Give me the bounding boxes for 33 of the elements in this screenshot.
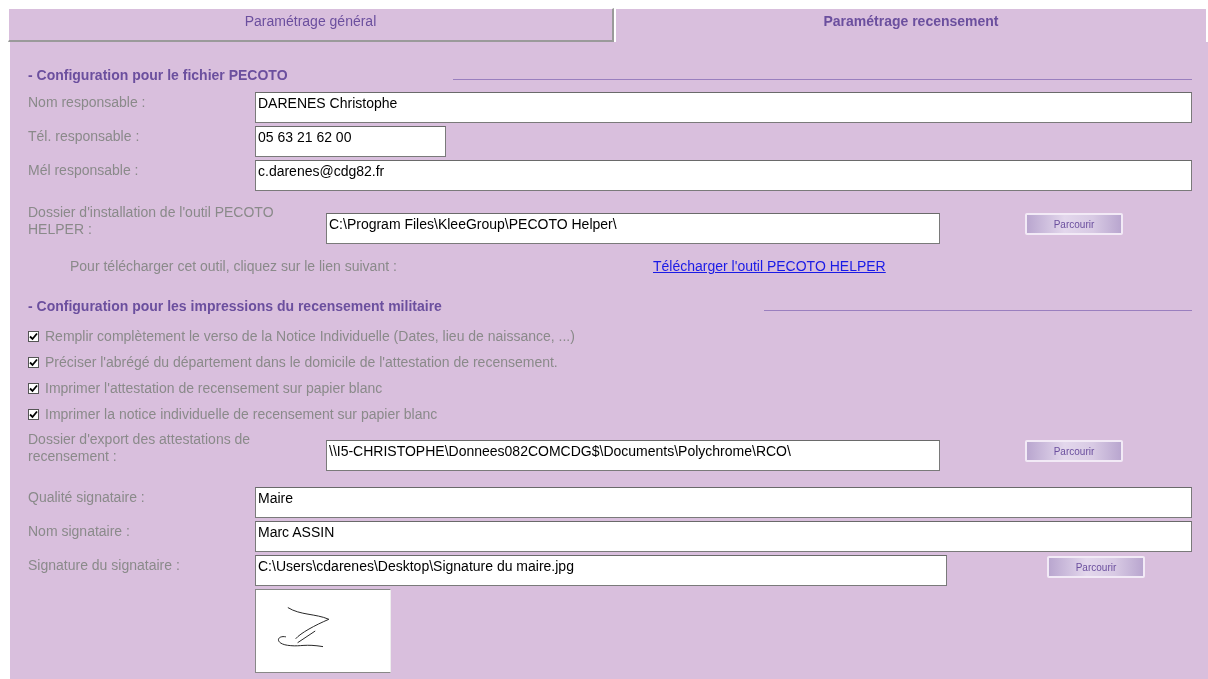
- checkbox[interactable]: [28, 382, 39, 394]
- field-label: Nom signataire :: [28, 522, 131, 540]
- checkbox-label: Imprimer la notice individuelle de recensement sur papier blanc: [45, 406, 438, 422]
- path-field[interactable]: C:\Program Files\KleeGroup\PECOTO Helper\: [326, 213, 940, 244]
- checkbox[interactable]: [28, 356, 39, 368]
- section-heading: - Configuration pour le fichier PECOTO: [28, 67, 288, 83]
- field-label: Mél responsable :: [28, 161, 140, 179]
- field-label: Dossier d'installation de l'outil PECOTO HELPER :: [28, 204, 275, 238]
- browse-button[interactable]: Parcourir: [1025, 213, 1123, 235]
- text-field[interactable]: c.darenes@cdg82.fr: [255, 160, 1192, 191]
- tab[interactable]: Paramétrage général: [8, 8, 614, 42]
- section-heading: - Configuration pour les impressions du recensement militaire: [28, 298, 442, 314]
- checkbox[interactable]: [28, 330, 39, 342]
- browse-button[interactable]: Parcourir: [1047, 556, 1145, 578]
- field-label: Tél. responsable :: [28, 127, 141, 145]
- checkbox-label: Remplir complètement le verso de la Notice Individuelle (Dates, lieu de naissance, ...): [45, 328, 575, 344]
- download-link[interactable]: Télécharger l'outil PECOTO HELPER: [653, 258, 886, 274]
- field-label: Signature du signataire :: [28, 556, 181, 574]
- checkbox-label: Préciser l'abrégé du département dans le domicile de l'attestation de recensement.: [45, 354, 558, 370]
- checkbox[interactable]: [28, 408, 39, 420]
- tab[interactable]: Paramétrage recensement: [614, 8, 1206, 42]
- path-field[interactable]: \\I5-CHRISTOPHE\Donnees082COMCDG$\Documents\Polychrome\RCO\: [326, 440, 940, 471]
- text-field[interactable]: DARENES Christophe: [255, 92, 1192, 123]
- text-field[interactable]: Marc ASSIN: [255, 521, 1192, 552]
- browse-button[interactable]: Parcourir: [1025, 440, 1123, 462]
- field-label: Nom responsable :: [28, 93, 147, 111]
- hint-text: Pour télécharger cet outil, cliquez sur le lien suivant :: [69, 258, 398, 275]
- field-label: Qualité signataire :: [28, 488, 146, 506]
- text-field[interactable]: Maire: [255, 487, 1192, 518]
- field-label: Dossier d'export des attestations de recensement :: [28, 431, 252, 465]
- checkbox-label: Imprimer l'attestation de recensement sur papier blanc: [45, 380, 383, 396]
- text-field[interactable]: 05 63 21 62 00: [255, 126, 446, 157]
- path-field[interactable]: C:\Users\cdarenes\Desktop\Signature du maire.jpg: [255, 555, 947, 586]
